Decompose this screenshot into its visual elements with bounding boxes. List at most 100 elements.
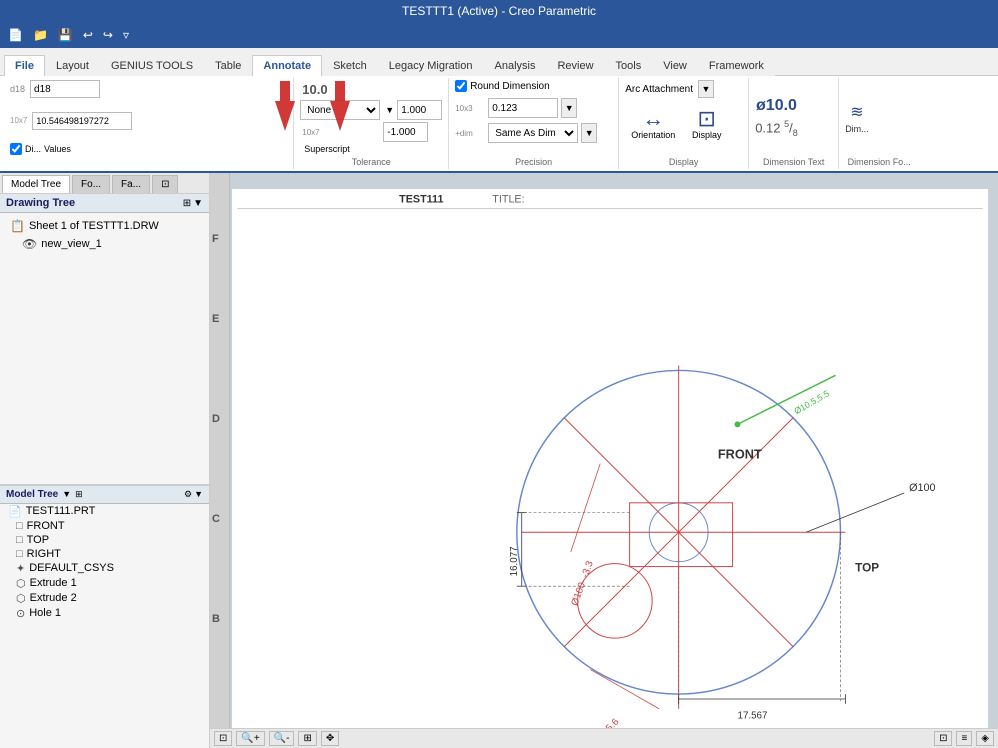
tab-legacy-migration[interactable]: Legacy Migration bbox=[378, 55, 484, 76]
ribbon-group-dimension: d18 10x7 Di... Values bbox=[4, 78, 294, 169]
mt-icon-hole1: ⊙ bbox=[16, 607, 25, 620]
orientation-btn[interactable]: ↔ Orientation bbox=[625, 104, 681, 144]
same-as-dim-select[interactable]: Same As Dim bbox=[488, 123, 578, 143]
mt-item-hole1[interactable]: ⊙ Hole 1 bbox=[0, 606, 209, 621]
group-label-dim-text: Dimension Text bbox=[755, 155, 832, 167]
dimension-name-input[interactable] bbox=[30, 80, 100, 98]
mt-item-top[interactable]: □ TOP bbox=[0, 533, 209, 547]
tab-file[interactable]: File bbox=[4, 55, 45, 76]
tab-layout[interactable]: Layout bbox=[45, 55, 100, 76]
ruler-letter-f: F bbox=[212, 233, 219, 245]
qa-open-btn[interactable]: 📁 bbox=[29, 26, 52, 44]
sidebar-tab-model-tree[interactable]: Model Tree bbox=[2, 175, 70, 193]
round-dimension-checkbox[interactable] bbox=[455, 80, 467, 92]
tab-framework[interactable]: Framework bbox=[698, 55, 775, 76]
tab-analysis[interactable]: Analysis bbox=[484, 55, 547, 76]
mt-item-csys[interactable]: ✦ DEFAULT_CSYS bbox=[0, 561, 209, 576]
qa-more-btn[interactable]: ▿ bbox=[119, 26, 133, 44]
zoom-in-btn[interactable]: 🔍+ bbox=[236, 731, 264, 746]
ruler-letter-c: C bbox=[212, 513, 220, 525]
model-tree-filter-btn[interactable]: ▼ bbox=[62, 489, 71, 499]
zoom-fit-btn[interactable]: ⊡ bbox=[214, 731, 232, 746]
display-btn[interactable]: ⊡ Display bbox=[684, 104, 729, 144]
precision-value-input[interactable] bbox=[488, 98, 558, 118]
display-label: Di... bbox=[25, 144, 41, 154]
model-tree-settings-btn[interactable]: ⚙ bbox=[184, 489, 192, 500]
zoom-out-btn[interactable]: 🔍- bbox=[269, 731, 295, 746]
sheet-item-label: Sheet 1 of TESTTT1.DRW bbox=[29, 220, 159, 232]
display-checkbox[interactable] bbox=[10, 143, 22, 155]
mt-item-test111[interactable]: 📄 TEST111.PRT bbox=[0, 504, 209, 519]
tab-view[interactable]: View bbox=[652, 55, 698, 76]
view-icon: 👁 bbox=[22, 237, 37, 251]
quick-access-toolbar: 📄 📁 💾 ↩ ↪ ▿ bbox=[0, 22, 998, 48]
bottom-toolbar: ⊡ 🔍+ 🔍- ⊞ ✥ ⊡ ≡ ◈ bbox=[210, 728, 998, 748]
canvas-title-label: TITLE: bbox=[492, 194, 524, 206]
drawing-tree-content: 📋 Sheet 1 of TESTTT1.DRW 👁 new_view_1 bbox=[0, 213, 209, 484]
mt-item-right[interactable]: □ RIGHT bbox=[0, 547, 209, 561]
tolerance-minus-input[interactable] bbox=[383, 122, 428, 142]
qa-redo-btn[interactable]: ↪ bbox=[99, 26, 117, 44]
orientation-icon: ↔ bbox=[642, 108, 664, 130]
round-dimension-label: Round Dimension bbox=[470, 81, 550, 92]
mt-label-right: RIGHT bbox=[27, 548, 61, 560]
tab-table[interactable]: Table bbox=[204, 55, 252, 76]
tab-tools[interactable]: Tools bbox=[605, 55, 653, 76]
tree-item-view[interactable]: 👁 new_view_1 bbox=[6, 235, 203, 253]
mt-icon-extrude1: ⬡ bbox=[16, 577, 26, 590]
mt-label-extrude1: Extrude 1 bbox=[30, 577, 77, 589]
mt-icon-test111: 📄 bbox=[8, 505, 22, 518]
drawing-tree-label: Drawing Tree bbox=[6, 197, 75, 209]
title-bar: TESTTT1 (Active) - Creo Parametric bbox=[0, 0, 998, 22]
arc-attachment-label: Arc Attachment bbox=[625, 84, 693, 95]
tolerance-mode-select[interactable]: None Symmetric Plus-Minus bbox=[300, 100, 380, 120]
tab-annotate[interactable]: Annotate bbox=[252, 55, 322, 76]
sidebar-tab-fo[interactable]: Fo... bbox=[72, 175, 110, 193]
mt-item-extrude2[interactable]: ⬡ Extrude 2 bbox=[0, 591, 209, 606]
mt-item-front[interactable]: □ FRONT bbox=[0, 519, 209, 533]
appearances-btn[interactable]: ◈ bbox=[976, 731, 994, 746]
layers-btn[interactable]: ≡ bbox=[956, 731, 972, 746]
ruler-letter-e: E bbox=[212, 313, 219, 325]
tab-genius-tools[interactable]: GENIUS TOOLS bbox=[100, 55, 204, 76]
dim-line-d100-tol bbox=[571, 464, 600, 552]
qa-save-btn[interactable]: 💾 bbox=[54, 26, 77, 44]
mt-icon-extrude2: ⬡ bbox=[16, 592, 26, 605]
mt-label-hole1: Hole 1 bbox=[29, 607, 61, 619]
display-btn-label: Display bbox=[692, 130, 722, 140]
arc-attachment-btn[interactable]: ▼ bbox=[698, 80, 714, 98]
model-tree-cols-btn[interactable]: ⊞ bbox=[75, 489, 83, 500]
same-as-dim-dropdown[interactable]: ▼ bbox=[581, 123, 597, 143]
tree-item-sheet[interactable]: 📋 Sheet 1 of TESTTT1.DRW bbox=[6, 217, 203, 235]
sidebar-tab-extra[interactable]: ⊡ bbox=[152, 175, 178, 193]
tree-settings-btn[interactable]: ▼ bbox=[193, 198, 203, 209]
sidebar-tab-fa[interactable]: Fa... bbox=[112, 175, 150, 193]
ruler-letter-d: D bbox=[212, 413, 220, 425]
ribbon-group-dim-text: ø10.0 0.12 5/8 Dimension Text bbox=[749, 78, 839, 169]
zoom-rect-btn[interactable]: ⊞ bbox=[298, 731, 316, 746]
dim-text-d105: Ø10.5,5.5 bbox=[792, 388, 831, 416]
qa-new-btn[interactable]: 📄 bbox=[4, 26, 27, 44]
ribbon-group-display: Arc Attachment ▼ ↔ Orientation ⊡ Display… bbox=[619, 78, 749, 169]
model-tree-expand-btn[interactable]: ▼ bbox=[194, 489, 203, 500]
sidebar-tabs: Model Tree Fo... Fa... ⊡ bbox=[0, 173, 209, 194]
model-tree-label: Model Tree bbox=[6, 489, 58, 500]
display-options-btn[interactable]: ⊡ bbox=[934, 731, 952, 746]
top-label: TOP bbox=[855, 561, 879, 574]
tree-list-view-btn[interactable]: ⊞ bbox=[183, 198, 191, 209]
tab-review[interactable]: Review bbox=[546, 55, 604, 76]
canvas-title: TEST111 bbox=[399, 194, 443, 206]
ribbon-tab-strip: File Layout GENIUS TOOLS Table Annotate … bbox=[0, 48, 998, 76]
tab-sketch[interactable]: Sketch bbox=[322, 55, 378, 76]
qa-undo-btn[interactable]: ↩ bbox=[79, 26, 97, 44]
dimension-value-input[interactable] bbox=[32, 112, 132, 130]
tolerance-plus-input[interactable] bbox=[397, 100, 442, 120]
ribbon-content: d18 10x7 Di... Values 10.0 None Symmetri… bbox=[0, 76, 998, 173]
drawing-canvas: TEST111 TITLE: bbox=[232, 189, 988, 748]
values-label: Values bbox=[44, 144, 71, 154]
precision-dropdown-btn[interactable]: ▼ bbox=[561, 98, 577, 118]
mt-item-extrude1[interactable]: ⬡ Extrude 1 bbox=[0, 576, 209, 591]
group-label-tolerance: Tolerance bbox=[300, 155, 442, 167]
mt-icon-top: □ bbox=[16, 534, 23, 546]
pan-btn[interactable]: ✥ bbox=[321, 731, 339, 746]
